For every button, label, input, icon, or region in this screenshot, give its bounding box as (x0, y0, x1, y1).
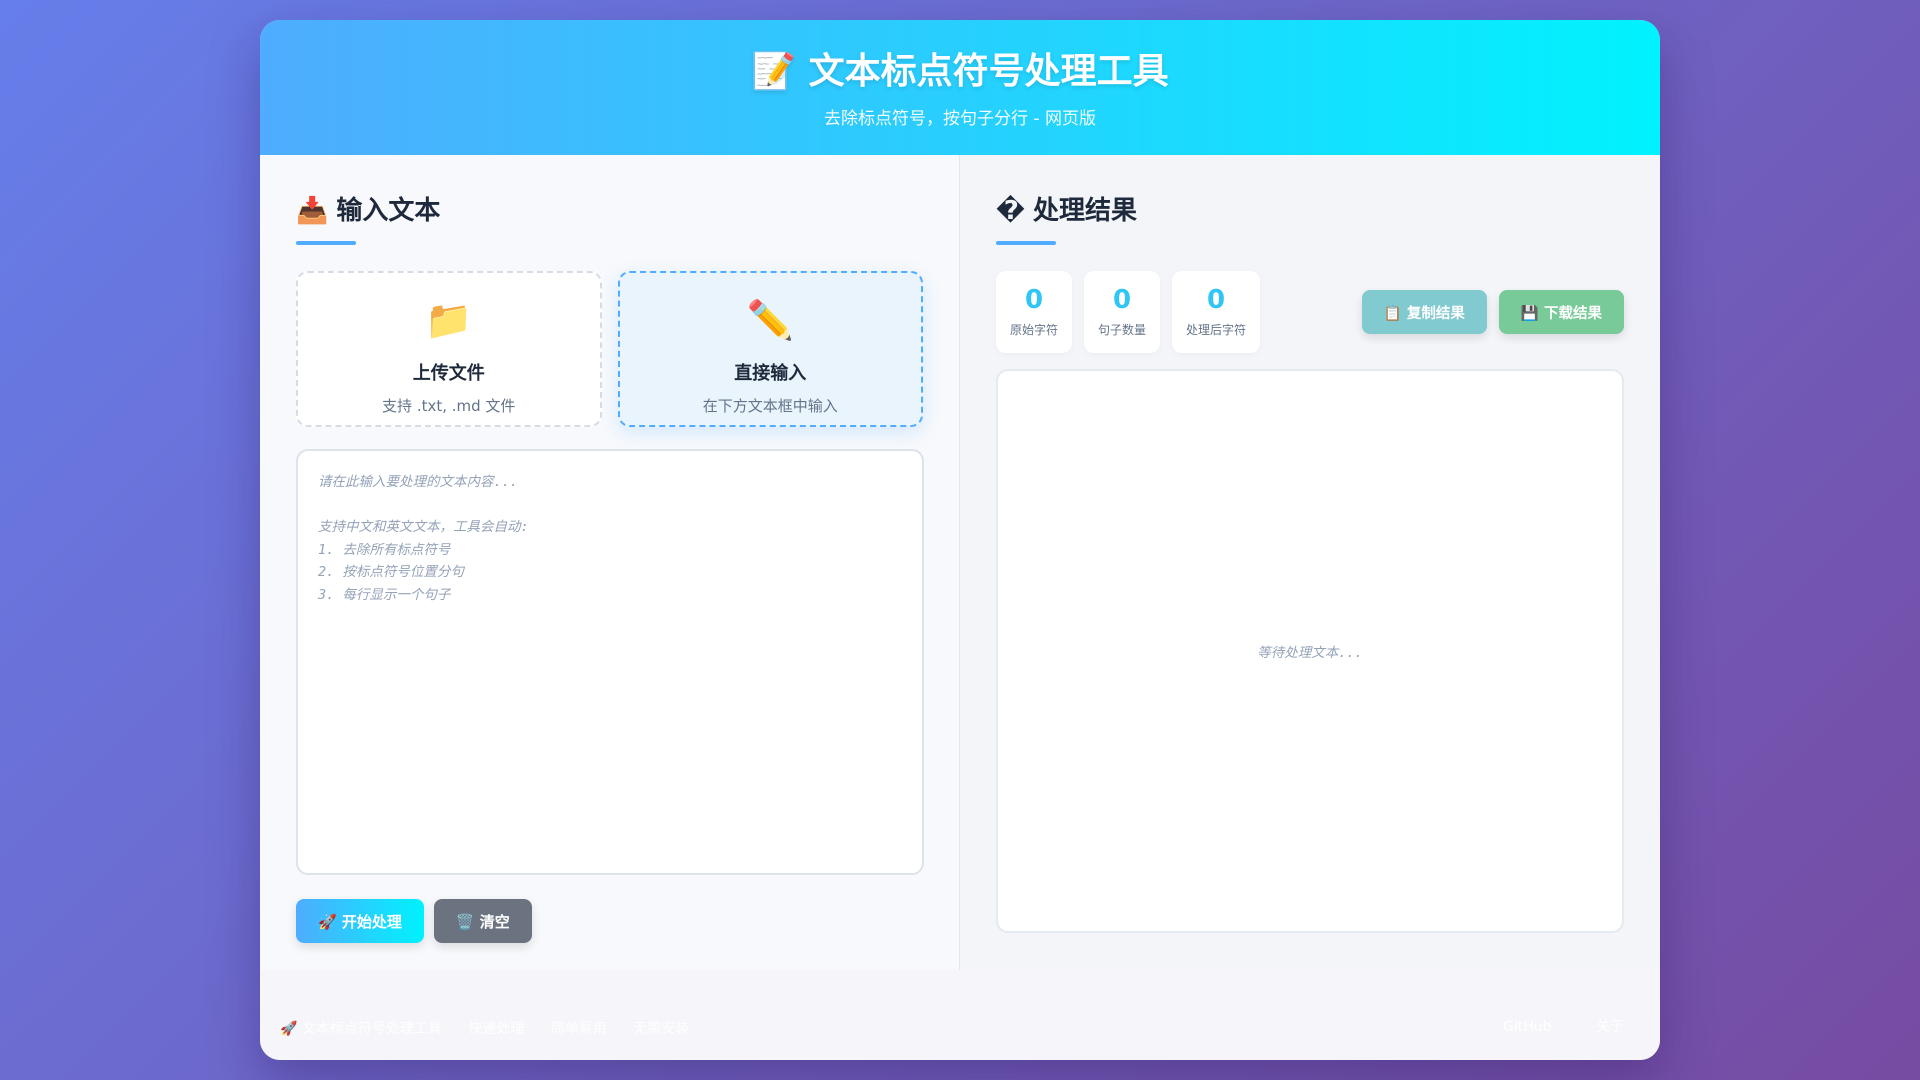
stat-sentence-count: 0 句子数量 (1084, 271, 1161, 353)
pencil-icon: ✏️ (746, 298, 794, 342)
result-panel-title-text: 处理结果 (1032, 196, 1137, 226)
input-actions: 🚀 开始处理 🗑️ 清空 (296, 899, 923, 943)
stats-row: 0 原始字符 0 句子数量 0 处理后字符 📋 复制结果 💾 下载结果 (996, 271, 1624, 353)
header: 📝 文本标点符号处理工具 去除标点符号，按句子分行 - 网页版 (260, 20, 1660, 155)
title-underline (996, 241, 1056, 245)
stat-label: 原始字符 (1010, 323, 1059, 337)
upload-file-title: 上传文件 (412, 363, 485, 384)
download-result-button[interactable]: 💾 下载结果 (1498, 290, 1624, 334)
footer-link-github[interactable]: GitHub (1503, 1019, 1552, 1035)
result-placeholder: 等待处理文本... (1257, 645, 1363, 661)
page-subtitle: 去除标点符号，按句子分行 - 网页版 (824, 109, 1096, 129)
stat-label: 处理后字符 (1186, 323, 1247, 337)
footer-item: 简单易用 (550, 1021, 607, 1037)
direct-input-card[interactable]: ✏️ 直接输入 在下方文本框中输入 (617, 271, 923, 427)
input-panel-title: 📥 输入文本 (296, 191, 923, 231)
direct-input-desc: 在下方文本框中输入 (702, 397, 838, 415)
footer-item: 无需安装 (633, 1021, 690, 1037)
text-input[interactable] (296, 449, 924, 875)
title-underline (296, 241, 356, 245)
inbox-icon: 📥 (296, 196, 329, 226)
result-panel: � 处理结果 0 原始字符 0 句子数量 0 处理后字符 📋 复制结果 💾 下载… (960, 155, 1660, 970)
result-panel-title: � 处理结果 (996, 191, 1624, 231)
stat-original-chars: 0 原始字符 (996, 271, 1073, 353)
copy-result-button[interactable]: 📋 复制结果 (1361, 290, 1487, 334)
main-content: 📥 输入文本 📁 上传文件 支持 .txt, .md 文件 ✏️ 直接输入 在下方… (260, 155, 1660, 970)
clear-button[interactable]: 🗑️ 清空 (433, 899, 532, 943)
unknown-glyph-icon: � (996, 196, 1025, 226)
footer-right: GitHub 关于 (1463, 1016, 1624, 1036)
memo-icon: 📝 (751, 51, 797, 92)
stat-value: 0 (1112, 285, 1132, 315)
result-output[interactable]: 等待处理文本... (996, 369, 1624, 933)
app-window: 📝 文本标点符号处理工具 去除标点符号，按句子分行 - 网页版 📥 输入文本 📁 … (260, 20, 1660, 1060)
start-processing-button[interactable]: 🚀 开始处理 (296, 899, 424, 943)
folder-icon: 📁 (425, 298, 473, 342)
stat-processed-chars: 0 处理后字符 (1172, 271, 1261, 353)
input-panel-title-text: 输入文本 (336, 196, 441, 226)
footer: 🚀 文本标点符号处理工具 快速处理 简单易用 无需安装 GitHub 关于 (260, 970, 1660, 1060)
footer-link-about[interactable]: 关于 (1596, 1019, 1624, 1035)
stat-value: 0 (1024, 285, 1044, 315)
stat-value: 0 (1206, 285, 1226, 315)
footer-item: 快速处理 (468, 1021, 525, 1037)
footer-left: 🚀 文本标点符号处理工具 快速处理 简单易用 无需安装 (280, 1018, 711, 1038)
upload-file-card[interactable]: 📁 上传文件 支持 .txt, .md 文件 (296, 271, 602, 427)
input-mode-cards: 📁 上传文件 支持 .txt, .md 文件 ✏️ 直接输入 在下方文本框中输入 (296, 271, 923, 427)
page-title-text: 文本标点符号处理工具 (808, 51, 1169, 92)
stat-label: 句子数量 (1098, 323, 1147, 337)
direct-input-title: 直接输入 (734, 363, 807, 384)
page-title: 📝 文本标点符号处理工具 (260, 20, 1660, 94)
upload-file-desc: 支持 .txt, .md 文件 (382, 397, 516, 415)
input-panel: 📥 输入文本 📁 上传文件 支持 .txt, .md 文件 ✏️ 直接输入 在下方… (260, 155, 960, 970)
footer-item: 🚀 文本标点符号处理工具 (280, 1021, 442, 1037)
